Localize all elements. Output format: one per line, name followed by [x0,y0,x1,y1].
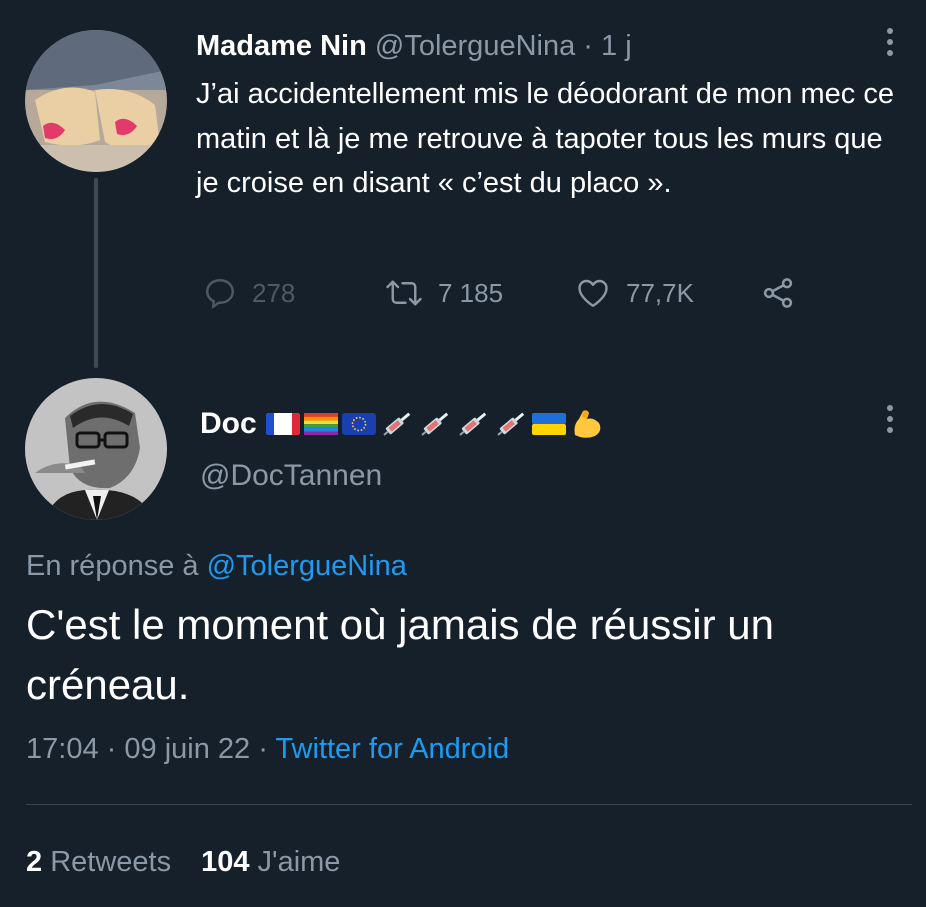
flag-france-icon [265,410,303,438]
reply-author-avatar[interactable] [25,378,167,520]
parent-author-name[interactable]: Madame Nin [196,30,367,62]
meta-separator: · [106,733,117,765]
author-emoji-row [265,407,607,441]
reply-author-name-row[interactable]: Doc [200,403,607,445]
parent-tweet-header: Madame Nin @TolergueNina · 1 j [196,29,632,63]
reply-bubble-icon [202,275,238,311]
syringe-icon [493,408,531,440]
reply-count: 278 [252,277,296,308]
tweet-page: Madame Nin @TolergueNina · 1 j J’ai acci… [0,0,926,907]
likes-stat-count: 104 [201,846,250,878]
divider [26,804,912,805]
share-icon [758,275,798,311]
retweets-stat[interactable]: 2 Retweets [26,846,171,878]
more-options-icon[interactable] [885,405,895,439]
tweet-time[interactable]: 17:04 [26,733,99,765]
flag-rainbow-icon [303,410,341,438]
tweet-stats: 2 Retweets 104 J'aime [26,846,340,879]
in-reply-to: En réponse à @TolergueNina [26,550,407,583]
reply-author-handle[interactable]: @DocTannen [200,459,382,493]
flag-ukraine-icon [531,410,569,438]
retweets-stat-label: Retweets [50,846,172,878]
likes-stat[interactable]: 104 J'aime [201,846,340,878]
parent-tweet-time[interactable]: 1 j [601,30,632,62]
more-options-icon[interactable] [885,28,895,62]
flag-eu-icon [341,410,379,438]
parent-tweet-text: J’ai accidentellement mis le déodorant d… [196,78,894,199]
meta-separator: · [258,733,268,765]
reply-button[interactable]: 278 [202,273,295,313]
thread-connector-line [94,178,98,368]
likes-stat-label: J'aime [257,846,341,878]
heart-icon [574,275,612,311]
share-button[interactable] [758,273,798,313]
parent-author-avatar[interactable] [25,30,167,172]
like-count: 77,7K [626,277,694,308]
in-reply-handle-link[interactable]: @TolergueNina [207,550,407,582]
reply-tweet-text: C'est le moment où jamais de réussir un … [26,601,775,708]
retweet-icon [384,275,424,311]
tweet-date[interactable]: 09 juin 22 [124,733,250,765]
syringe-icon [417,408,455,440]
retweet-button[interactable]: 7 185 [384,273,503,313]
in-reply-prefix: En réponse à [26,550,199,582]
syringe-icon [455,408,493,440]
tweet-meta: 17:04 · 09 juin 22 · Twitter for Android [26,733,509,766]
reply-author-name: Doc [200,407,257,440]
parent-author-handle[interactable]: @TolergueNina [375,30,575,62]
tweet-client-link[interactable]: Twitter for Android [275,733,509,765]
syringe-icon [379,408,417,440]
like-button[interactable]: 77,7K [574,273,694,313]
parent-header-separator: · [583,30,593,62]
flexed-biceps-icon [569,407,607,441]
retweets-stat-count: 2 [26,846,43,878]
retweet-count: 7 185 [438,277,504,308]
